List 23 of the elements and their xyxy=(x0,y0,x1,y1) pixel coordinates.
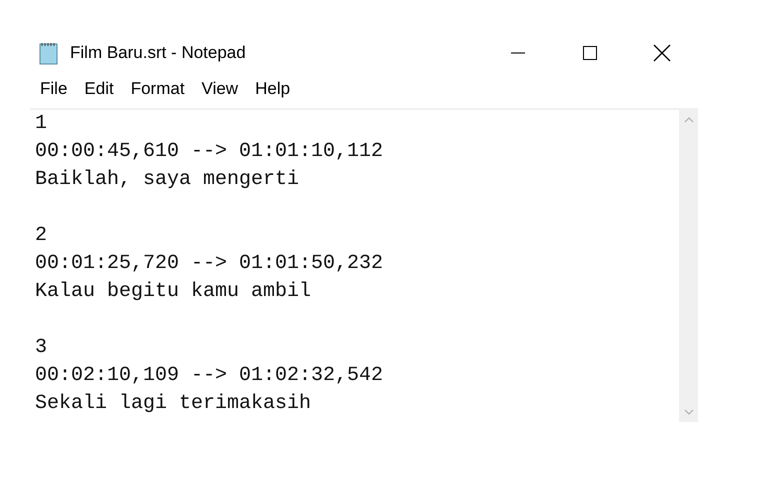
subtitle-text: Kalau begitu kamu ambil xyxy=(35,279,312,305)
subtitle-number: 2 xyxy=(35,223,48,249)
maximize-icon xyxy=(582,45,598,61)
scroll-up-icon[interactable] xyxy=(684,117,694,123)
subtitle-number: 3 xyxy=(35,335,48,361)
menu-item[interactable]: Edit xyxy=(78,76,121,102)
subtitle-timing: 00:02:10,109 --> 01:02:32,542 xyxy=(35,363,384,389)
text-editor[interactable]: 1 00:00:45,610 --> 01:01:10,112 Baiklah, saya mengerti 2 00:01:25,720 --> 01:01:50,232 Kalau begitu kamu ambil 3 00:02:10,109 --> 01:02:32,542 Sekali lagi terimakasih xyxy=(30,110,679,422)
subtitle-text: Sekali lagi terimakasih xyxy=(35,391,312,417)
subtitle-number: 1 xyxy=(35,111,48,137)
subtitle-timing: 00:00:45,610 --> 01:01:10,112 xyxy=(35,139,384,165)
scroll-down-icon[interactable] xyxy=(684,409,694,415)
minimize-icon xyxy=(510,52,526,54)
subtitle-timing: 00:01:25,720 --> 01:01:50,232 xyxy=(35,251,384,277)
menu-item[interactable]: View xyxy=(196,76,246,102)
menu-item[interactable]: Format xyxy=(124,76,192,102)
window-title: Film Baru.srt - Notepad xyxy=(70,42,246,64)
subtitle-text: Baiklah, saya mengerti xyxy=(35,167,300,193)
notepad-icon xyxy=(38,41,60,65)
menu-item[interactable]: Help xyxy=(249,76,298,102)
close-icon xyxy=(653,44,671,62)
menu-item[interactable]: File xyxy=(34,76,74,102)
scrollbar[interactable] xyxy=(679,110,698,422)
